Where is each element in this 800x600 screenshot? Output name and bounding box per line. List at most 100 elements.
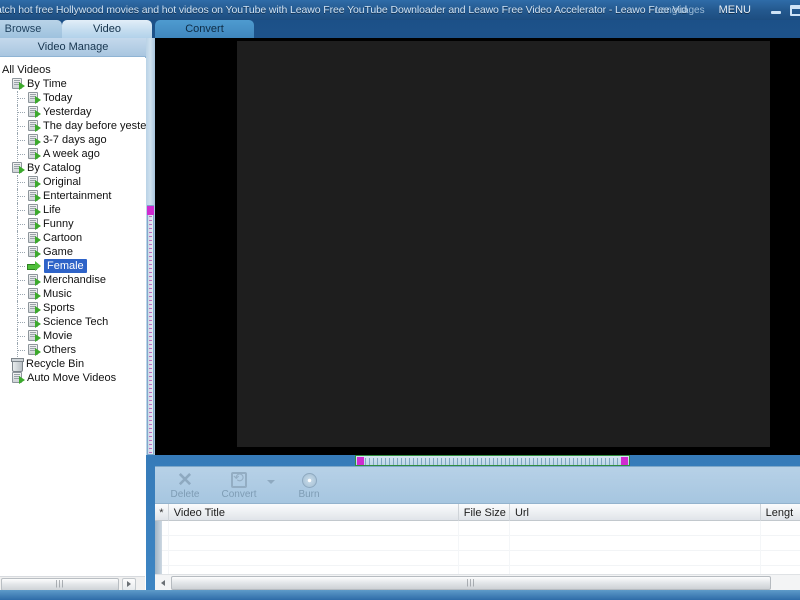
table-cell-url xyxy=(510,521,761,536)
tree-item-funny[interactable]: Funny xyxy=(0,217,146,231)
expand-arrow-icon xyxy=(35,152,41,160)
column-header-star[interactable]: * xyxy=(155,504,169,521)
tree-connector xyxy=(17,252,25,253)
table-cell-title xyxy=(169,536,459,551)
expand-arrow-icon xyxy=(35,222,41,230)
tab-browse[interactable]: Browse xyxy=(0,20,62,38)
tree-connector xyxy=(17,336,25,337)
seek-bar-ticks xyxy=(365,458,620,465)
tree-item-label: Entertainment xyxy=(43,190,112,202)
column-header-url[interactable]: Url xyxy=(510,504,761,521)
table-scrollbar-thumb[interactable]: ||| xyxy=(171,575,771,590)
tree-item-recycle-bin[interactable]: Recycle Bin xyxy=(0,357,146,372)
tree-connector xyxy=(17,98,25,99)
table-cell-length xyxy=(761,551,800,566)
tree-item-yesterday[interactable]: Yesterday xyxy=(0,105,146,119)
expand-arrow-icon xyxy=(35,278,41,286)
expand-arrow-icon xyxy=(35,250,41,258)
tree-item-3-7-days-ago[interactable]: 3-7 days ago xyxy=(0,133,146,147)
video-surface[interactable] xyxy=(237,41,770,447)
sidebar-horizontal-scrollbar[interactable]: ||| xyxy=(0,576,145,591)
drive-icon xyxy=(27,288,41,300)
tree-item-game[interactable]: Game xyxy=(0,245,146,259)
maximize-button[interactable] xyxy=(788,3,800,17)
expand-arrow-icon xyxy=(35,292,41,300)
table-row[interactable] xyxy=(155,551,800,566)
tab-video[interactable]: Video xyxy=(62,20,152,38)
title-bar-right-controls: Languages MENU xyxy=(655,0,800,20)
tree-item-sports[interactable]: Sports xyxy=(0,301,146,315)
expand-arrow-icon xyxy=(35,180,41,188)
table-row[interactable] xyxy=(155,536,800,551)
tree-item-all-videos[interactable]: All Videos xyxy=(0,63,146,77)
tree-item-by-time[interactable]: By Time xyxy=(0,77,146,91)
main-menu-button[interactable]: MENU xyxy=(719,4,751,16)
tree-item-others[interactable]: Others xyxy=(0,343,146,357)
expand-arrow-icon xyxy=(35,208,41,216)
tree-item-label: By Time xyxy=(27,78,67,90)
sidebar-scrollbar-thumb[interactable]: ||| xyxy=(1,577,119,591)
burn-button[interactable]: Burn xyxy=(283,468,335,502)
vertical-range-ticks xyxy=(149,216,152,454)
column-header-title[interactable]: Video Title xyxy=(169,504,459,521)
tree-item-auto-move-videos[interactable]: Auto Move Videos xyxy=(0,371,146,385)
tree-item-label: Today xyxy=(43,92,73,104)
column-header-length[interactable]: Lengt xyxy=(761,504,800,521)
tree-item-entertainment[interactable]: Entertainment xyxy=(0,189,146,203)
table-horizontal-scrollbar[interactable]: ||| xyxy=(155,574,800,590)
tree-item-music[interactable]: Music xyxy=(0,287,146,301)
drive-icon xyxy=(27,176,41,188)
video-seek-bar[interactable] xyxy=(355,455,630,466)
scrollbar-grip-icon: ||| xyxy=(55,579,65,588)
tree-connector xyxy=(17,294,25,295)
table-cell-title xyxy=(169,551,459,566)
tree-item-female[interactable]: Female xyxy=(0,259,146,273)
tab-convert[interactable]: Convert xyxy=(155,20,254,38)
tree-connector xyxy=(17,224,25,225)
minimize-button[interactable] xyxy=(767,3,785,17)
table-row[interactable] xyxy=(155,521,800,536)
seek-handle-end[interactable] xyxy=(621,457,628,465)
tree-connector xyxy=(17,266,25,267)
tree-item-label: 3-7 days ago xyxy=(43,134,107,146)
video-manage-panel: Video Manage All Videos By Time Today Yeste… xyxy=(0,38,146,600)
tree-item-label: Recycle Bin xyxy=(26,358,85,370)
window-footer xyxy=(0,590,800,600)
column-header-size[interactable]: File Size xyxy=(459,504,510,521)
expand-arrow-icon xyxy=(35,236,41,244)
expand-arrow-icon xyxy=(35,96,41,104)
tree-item-life[interactable]: Life xyxy=(0,203,146,217)
tree-item-cartoon[interactable]: Cartoon xyxy=(0,231,146,245)
tree-item-label: Science Tech xyxy=(43,316,109,328)
scroll-right-arrow-icon[interactable] xyxy=(122,577,136,591)
tree-item-label: Game xyxy=(43,246,73,258)
video-preview-stage[interactable] xyxy=(155,38,800,455)
tree-item-science-tech[interactable]: Science Tech xyxy=(0,315,146,329)
scroll-left-arrow-icon[interactable] xyxy=(157,576,169,590)
tree-connector xyxy=(17,350,25,351)
expand-arrow-icon xyxy=(35,124,41,132)
tree-item-today[interactable]: Today xyxy=(0,91,146,105)
tree-item-the-day-before-yesterday[interactable]: The day before yesterday xyxy=(0,119,146,133)
tree-item-label: A week ago xyxy=(43,148,100,160)
tree-item-merchandise[interactable]: Merchandise xyxy=(0,273,146,287)
video-category-tree[interactable]: All Videos By Time Today Yesterday The day b… xyxy=(0,58,146,600)
vertical-range-thumb[interactable] xyxy=(147,206,154,215)
title-bar: atch hot free Hollywood movies and hot v… xyxy=(0,0,800,20)
tree-item-label: Funny xyxy=(43,218,74,230)
expand-arrow-icon xyxy=(35,306,41,314)
drive-icon xyxy=(27,190,41,202)
tree-item-by-catalog[interactable]: By Catalog xyxy=(0,161,146,175)
languages-menu[interactable]: Languages xyxy=(655,5,705,16)
convert-button[interactable]: Convert xyxy=(213,468,265,502)
seek-handle-start[interactable] xyxy=(357,457,364,465)
table-cell-url xyxy=(510,551,761,566)
chevron-down-icon[interactable] xyxy=(267,480,275,484)
tree-item-a-week-ago[interactable]: A week ago xyxy=(0,147,146,161)
tree-connector xyxy=(17,280,25,281)
tree-item-movie[interactable]: Movie xyxy=(0,329,146,343)
tree-item-original[interactable]: Original xyxy=(0,175,146,189)
video-list-table: * Video Title File Size Url Lengt ||| xyxy=(155,503,800,600)
table-body[interactable] xyxy=(155,521,800,582)
delete-button[interactable]: ✕ Delete xyxy=(159,468,211,502)
